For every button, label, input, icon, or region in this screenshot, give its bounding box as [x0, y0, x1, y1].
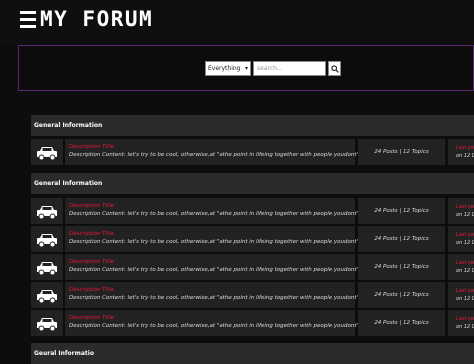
last-post: Last post by JustAlienon 12 Dec 2020	[448, 282, 474, 308]
forum-stats: 24 Posts | 12 Topics	[358, 254, 445, 280]
forum-row[interactable]: Description Title Description Content: le…	[31, 310, 474, 336]
forum-description: Description Title Description Content: le…	[65, 310, 373, 336]
last-post-date: on 12 Dec 2020	[456, 296, 474, 302]
last-post-date: on 12 Dec 2020	[456, 153, 474, 159]
forum-description-text: Description Content: let's try to be coo…	[69, 267, 373, 273]
last-post-link[interactable]: Last post by JustAlien	[456, 315, 474, 323]
last-post-date: on 12 Dec 2020	[456, 324, 474, 330]
last-post-date: on 12 Dec 2020	[456, 212, 474, 218]
site-title: MY FORUM	[40, 7, 154, 31]
forum-stats: 24 Posts | 12 Topics	[358, 282, 445, 308]
last-post-link[interactable]: Last post by JustAlien	[456, 287, 474, 295]
forum-row[interactable]: Description Title Description Content: le…	[31, 254, 474, 280]
forum-description-text: Description Content: let's try to be coo…	[69, 211, 373, 217]
chevron-down-icon: ▾	[244, 65, 248, 72]
forum-description: Description Title Description Content: le…	[65, 282, 373, 308]
forum-stats: 24 Posts | 12 Topics	[358, 310, 445, 336]
forum-title-link[interactable]: Description Title	[69, 258, 355, 266]
forum-stats: 24 Posts | 12 Topics	[358, 139, 445, 165]
last-post-date: on 12 Dec 2020	[456, 268, 474, 274]
forum-stats: 24 Posts | 12 Topics	[358, 198, 445, 224]
car-icon	[36, 260, 58, 280]
category-header: General Information	[31, 115, 474, 136]
car-icon	[36, 232, 58, 252]
car-icon	[36, 204, 58, 224]
category-header: General Information	[31, 173, 474, 194]
last-post-date: on 12 Dec 2020	[456, 240, 474, 246]
last-post: Last post by JustAlienon 12 Dec 2020	[448, 226, 474, 252]
last-post: Last post by JustAlienon 12 Dec 2020	[448, 254, 474, 280]
last-post-link[interactable]: Last post by JustAlien	[456, 203, 474, 211]
forum-row[interactable]: Description Title Description Content: le…	[31, 282, 474, 308]
forum-icon-cell	[31, 282, 63, 308]
forum-row[interactable]: Description Title Description Content: le…	[31, 139, 474, 165]
forum-description: Description Title Description Content: le…	[65, 139, 373, 165]
search-icon	[331, 65, 339, 73]
last-post: Last post by JustAlienon 12 Dec 2020	[448, 198, 474, 224]
last-post-link[interactable]: Last post by JustAlien	[456, 231, 474, 239]
last-post-link[interactable]: Last post by JustAlien	[456, 259, 474, 267]
forum-title-link[interactable]: Description Title	[69, 143, 355, 151]
car-icon	[36, 316, 58, 336]
last-post-link[interactable]: Last post by JustAlien	[456, 144, 474, 152]
forum-title-link[interactable]: Description Title	[69, 230, 355, 238]
car-icon	[36, 145, 58, 165]
search-scope-select[interactable]: Everything ▾	[205, 61, 251, 76]
forum-stats: 24 Posts | 12 Topics	[358, 226, 445, 252]
last-post: Last post by JustAlienon 12 Dec 2020	[448, 310, 474, 336]
forum-title-link[interactable]: Description Title	[69, 314, 355, 322]
hamburger-icon[interactable]	[20, 11, 36, 29]
forum-icon-cell	[31, 139, 63, 165]
category-header: Geural Informatio	[31, 343, 474, 364]
forum-description-text: Description Content: let's try to be coo…	[69, 239, 373, 245]
search-button[interactable]	[328, 61, 341, 76]
forum-title-link[interactable]: Description Title	[69, 286, 355, 294]
forum-title-link[interactable]: Description Title	[69, 202, 355, 210]
forum-description: Description Title Description Content: le…	[65, 198, 373, 224]
forum-icon-cell	[31, 310, 63, 336]
forum-row[interactable]: Description Title Description Content: le…	[31, 226, 474, 252]
forum-description-text: Description Content: let's try to be coo…	[69, 295, 373, 301]
search-scope-value: Everything	[208, 65, 241, 72]
forum-row[interactable]: Description Title Description Content: le…	[31, 198, 474, 224]
forum-icon-cell	[31, 254, 63, 280]
forum-description: Description Title Description Content: le…	[65, 226, 373, 252]
forum-icon-cell	[31, 198, 63, 224]
search-input[interactable]: search...	[253, 61, 326, 76]
last-post: Last post by JustAlienon 12 Dec 2020	[448, 139, 474, 165]
forum-description: Description Title Description Content: le…	[65, 254, 373, 280]
forum-icon-cell	[31, 226, 63, 252]
forum-description-text: Description Content: let's try to be coo…	[69, 323, 373, 329]
car-icon	[36, 288, 58, 308]
site-header: MY FORUM	[0, 0, 474, 44]
forum-description-text: Description Content: let's try to be coo…	[69, 152, 373, 158]
